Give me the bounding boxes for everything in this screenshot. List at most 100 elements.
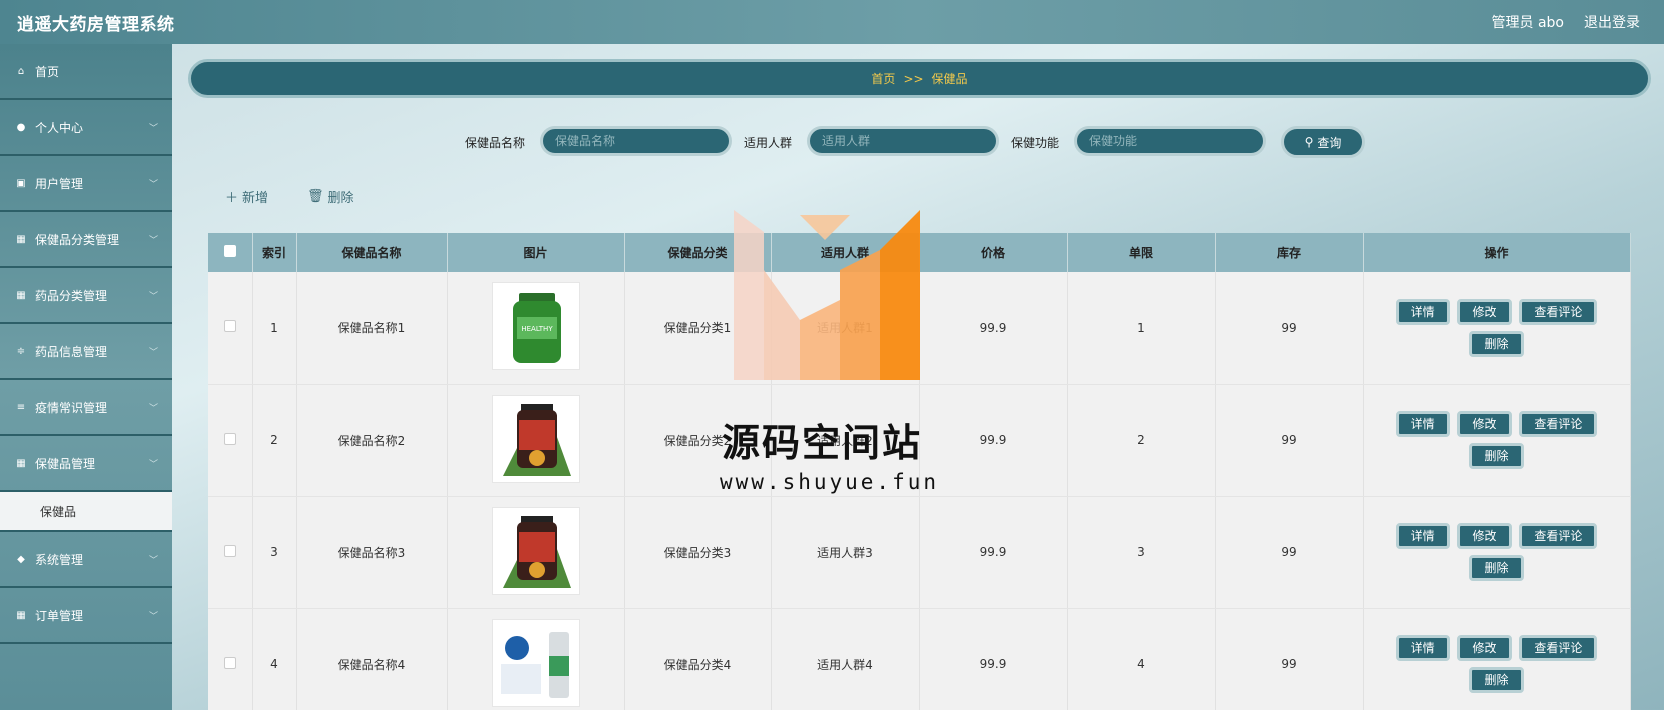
edit-button[interactable]: 修改 — [1457, 298, 1512, 325]
product-image[interactable] — [491, 394, 580, 483]
limit-cell: 2 — [1067, 384, 1216, 497]
image-cell: HEALTHY — [447, 272, 625, 385]
search-icon: ⚲ — [1304, 135, 1314, 149]
operations-cell: 详情 修改 查看评论 删除 — [1363, 608, 1631, 710]
chevron-down-icon: ﹀ — [148, 555, 158, 566]
row-delete-button[interactable]: 删除 — [1469, 555, 1524, 581]
admin-user-link[interactable]: 管理员 abo — [1492, 12, 1564, 32]
grid-icon: ▦ — [16, 289, 26, 301]
detail-button[interactable]: 详情 — [1395, 411, 1450, 437]
row-checkbox[interactable] — [223, 544, 236, 557]
watermark-text: 源码空间站 — [722, 421, 923, 465]
detail-button[interactable]: 详情 — [1395, 635, 1450, 661]
sidebar-item-epidemic[interactable]: ≡ 疫情常识管理 ﹀ — [0, 380, 172, 436]
trash-icon: 🗑 — [307, 189, 324, 204]
row-select-cell — [208, 384, 253, 497]
row-delete-button[interactable]: 删除 — [1469, 443, 1524, 469]
sidebar-item-label: 药品信息管理 — [35, 344, 108, 359]
crowd-cell: 适用人群4 — [771, 608, 920, 710]
function-search-input[interactable] — [1074, 126, 1266, 156]
sidebar-item-users[interactable]: ▣ 用户管理 ﹀ — [0, 156, 172, 212]
detail-button[interactable]: 详情 — [1395, 523, 1450, 549]
column-header[interactable]: 保健品名称 — [296, 233, 448, 272]
image-cell — [447, 496, 625, 609]
view-comments-button[interactable]: 查看评论 — [1519, 635, 1598, 661]
row-checkbox[interactable] — [223, 432, 236, 445]
table-row: 1 保健品名称1 HEALTHY 保健品分类1 适用人群1 99.9 1 99 … — [208, 272, 1631, 385]
price-cell: 99.9 — [919, 384, 1068, 497]
sidebar-item-label: 疫情常识管理 — [35, 400, 108, 415]
sidebar-item-label: 保健品分类管理 — [35, 232, 120, 247]
chart-icon: ▣ — [16, 177, 26, 189]
edit-button[interactable]: 修改 — [1457, 523, 1512, 549]
table-header-row: 索引 保健品名称 图片 保健品分类 适用人群 价格 单限 库存 操作 — [208, 233, 1631, 272]
select-all-checkbox[interactable] — [223, 245, 236, 257]
edit-button[interactable]: 修改 — [1457, 635, 1512, 661]
column-header[interactable]: 保健品分类 — [624, 233, 772, 272]
sidebar-subitem-health-product[interactable]: 保健品 — [0, 492, 172, 532]
detail-button[interactable]: 详情 — [1395, 298, 1450, 325]
column-header: 操作 — [1363, 233, 1631, 272]
column-header[interactable]: 库存 — [1215, 233, 1364, 272]
sidebar-item-orders[interactable]: ▦ 订单管理 ﹀ — [0, 588, 172, 644]
chevron-down-icon: ﹀ — [148, 403, 158, 414]
sidebar-item-drug-category[interactable]: ▦ 药品分类管理 ﹀ — [0, 268, 172, 324]
sidebar-item-label: 订单管理 — [35, 608, 84, 623]
crowd-search-label: 适用人群 — [744, 136, 793, 150]
view-comments-button[interactable]: 查看评论 — [1519, 298, 1598, 325]
stock-cell: 99 — [1215, 272, 1364, 385]
sidebar-item-label: 用户管理 — [35, 176, 84, 191]
top-header: 逍遥大药房管理系统 管理员 abo 退出登录 — [0, 0, 1664, 44]
chevron-down-icon: ﹀ — [148, 235, 158, 246]
price-cell: 99.9 — [919, 272, 1068, 385]
product-image[interactable] — [491, 506, 580, 595]
index-cell: 1 — [252, 272, 297, 385]
stock-cell: 99 — [1215, 384, 1364, 497]
plus-icon: ＋ — [225, 191, 239, 206]
crowd-search-input[interactable] — [807, 126, 999, 156]
product-image[interactable] — [491, 618, 580, 707]
column-header[interactable]: 价格 — [919, 233, 1068, 272]
view-comments-button[interactable]: 查看评论 — [1519, 411, 1598, 437]
operations-cell: 详情 修改 查看评论 删除 — [1363, 384, 1631, 497]
sidebar-item-system[interactable]: ◆ 系统管理 ﹀ — [0, 532, 172, 588]
table-row: 4 保健品名称4 保健品分类4 适用人群4 99.9 4 99 详情 修改 查看… — [208, 608, 1631, 710]
row-checkbox[interactable] — [223, 656, 236, 669]
column-header[interactable]: 适用人群 — [771, 233, 920, 272]
column-header[interactable]: 索引 — [252, 233, 297, 272]
crowd-cell: 适用人群1 — [771, 272, 920, 385]
sidebar-item-health-products[interactable]: ▦ 保健品管理 ﹀ — [0, 436, 172, 492]
logout-link[interactable]: 退出登录 — [1584, 12, 1640, 32]
search-button[interactable]: ⚲ 查询 — [1281, 126, 1365, 158]
select-all-header — [208, 233, 253, 272]
batch-delete-button[interactable]: 🗑 删除 — [307, 187, 354, 206]
column-header: 图片 — [447, 233, 625, 272]
add-button[interactable]: ＋ 新增 — [225, 187, 268, 206]
sidebar-item-drug-info[interactable]: ≑ 药品信息管理 ﹀ — [0, 324, 172, 380]
row-delete-button[interactable]: 删除 — [1469, 330, 1524, 357]
edit-button[interactable]: 修改 — [1457, 411, 1512, 437]
row-checkbox[interactable] — [223, 320, 236, 333]
add-button-label: 新增 — [242, 191, 269, 206]
category-cell: 保健品分类1 — [624, 272, 772, 385]
name-cell: 保健品名称4 — [296, 608, 448, 710]
name-search-label: 保健品名称 — [465, 136, 526, 150]
row-delete-button[interactable]: 删除 — [1469, 667, 1524, 693]
svg-text:HEALTHY: HEALTHY — [521, 325, 553, 333]
image-cell — [447, 608, 625, 710]
grid-icon: ▦ — [16, 457, 26, 469]
price-cell: 99.9 — [919, 608, 1068, 710]
category-cell: 保健品分类3 — [624, 496, 772, 609]
sidebar-item-health-category[interactable]: ▦ 保健品分类管理 ﹀ — [0, 212, 172, 268]
sidebar-item-home[interactable]: ⌂ 首页 — [0, 44, 172, 100]
view-comments-button[interactable]: 查看评论 — [1519, 523, 1598, 549]
grid-icon: ▦ — [16, 233, 26, 245]
column-header[interactable]: 单限 — [1067, 233, 1216, 272]
row-select-cell — [208, 608, 253, 710]
product-image[interactable]: HEALTHY — [491, 282, 580, 371]
pin-icon: ◆ — [17, 553, 25, 565]
search-button-label: 查询 — [1317, 135, 1342, 150]
name-search-input[interactable] — [540, 126, 732, 156]
sidebar-item-label: 首页 — [35, 64, 60, 79]
breadcrumb-home[interactable]: 首页 — [871, 70, 895, 87]
